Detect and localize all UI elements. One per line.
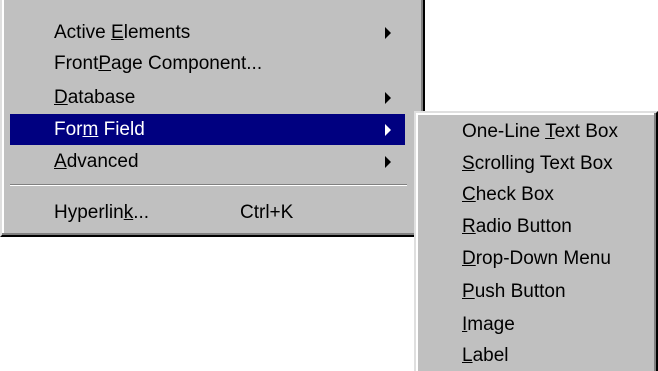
menu-item-advanced[interactable]: Advanced (10, 146, 405, 177)
submenu-item-radio-button[interactable]: Radio Button (420, 211, 654, 242)
menu-item-form-field[interactable]: Form Field (10, 114, 405, 145)
submenu-arrow-icon (385, 124, 391, 136)
submenu-item-push-button[interactable]: Push Button (420, 276, 654, 307)
menu-item-label: Scrolling Text Box (462, 153, 613, 174)
submenu-item-label[interactable]: Label (420, 340, 654, 371)
submenu-arrow-icon (385, 156, 391, 168)
menu-item-frontpage-component[interactable]: FrontPage Component... (10, 48, 405, 79)
form-field-submenu: One-Line Text Box Scrolling Text Box Che… (414, 111, 658, 371)
menu-item-label: Advanced (54, 151, 139, 172)
submenu-arrow-icon (385, 92, 391, 104)
menu-item-label: Active Elements (54, 22, 191, 43)
menu-item-label: Push Button (462, 281, 566, 302)
submenu-item-one-line-text-box[interactable]: One-Line Text Box (420, 116, 654, 147)
submenu-item-drop-down-menu[interactable]: Drop-Down Menu (420, 243, 654, 274)
menu-item-label: Image (462, 314, 515, 335)
menu-item-database[interactable]: Database (10, 82, 405, 113)
submenu-arrow-icon (385, 27, 391, 39)
menu-item-label: One-Line Text Box (462, 121, 618, 142)
menu-item-label: Check Box (462, 184, 554, 205)
submenu-item-scrolling-text-box[interactable]: Scrolling Text Box (420, 148, 654, 179)
menu-item-label: Hyperlink... (54, 202, 150, 223)
menu-item-label: FrontPage Component... (54, 53, 263, 74)
menu-item-label: Radio Button (462, 216, 572, 237)
menu-item-label: Label (462, 345, 509, 366)
menu-item-label: Form Field (54, 119, 145, 140)
submenu-item-image[interactable]: Image (420, 309, 654, 340)
menu-item-active-elements[interactable]: Active Elements (10, 17, 405, 48)
menu-item-hyperlink[interactable]: Hyperlink... Ctrl+K (10, 197, 405, 228)
insert-menu: Active Elements FrontPage Component... D… (0, 0, 425, 237)
menu-item-label: Drop-Down Menu (462, 248, 611, 269)
menu-item-label: Database (54, 87, 136, 108)
menu-separator (10, 184, 407, 186)
menu-item-shortcut: Ctrl+K (240, 202, 294, 223)
submenu-item-check-box[interactable]: Check Box (420, 179, 654, 210)
